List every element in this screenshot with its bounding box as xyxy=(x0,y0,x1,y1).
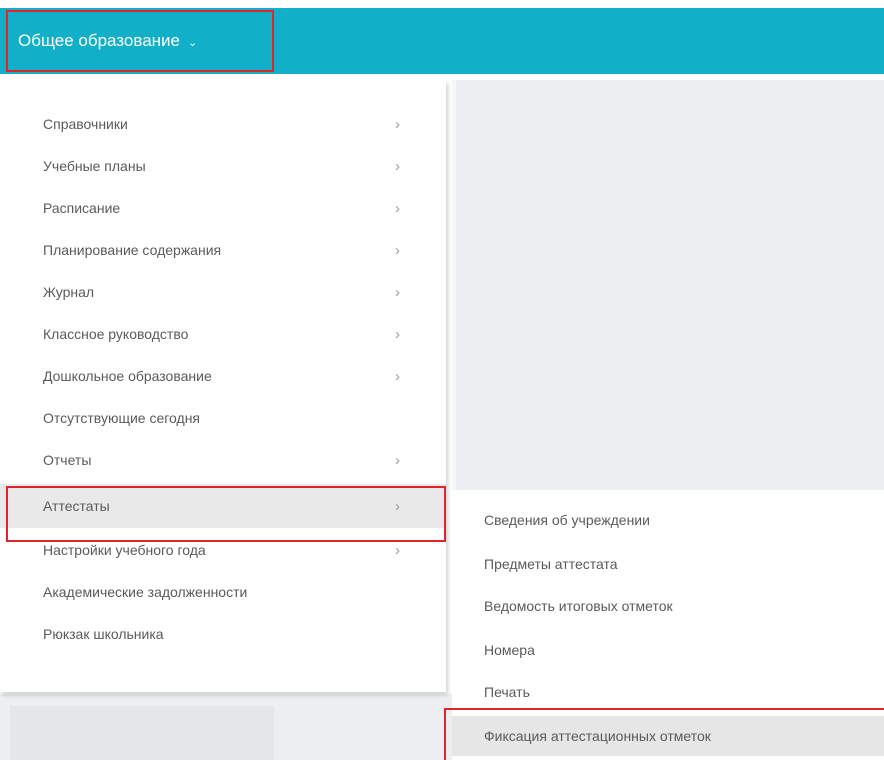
menu-item-schedule[interactable]: Расписание › xyxy=(0,188,446,228)
menu-item-label: Справочники xyxy=(43,116,128,132)
menu-item-preschool-education[interactable]: Дошкольное образование › xyxy=(0,356,446,396)
submenu-item-label: Ведомость итоговых отметок xyxy=(484,598,673,614)
submenu-item-label: Предметы аттестата xyxy=(484,556,618,572)
submenu-item-numbers[interactable]: Номера xyxy=(452,630,884,670)
menu-item-student-backpack[interactable]: Рюкзак школьника xyxy=(0,614,446,654)
menu-item-journal[interactable]: Журнал › xyxy=(0,272,446,312)
main-dropdown-menu: Справочники › Учебные планы › Расписание… xyxy=(0,80,446,692)
menu-item-absent-today[interactable]: Отсутствующие сегодня xyxy=(0,398,446,438)
chevron-right-icon: › xyxy=(395,241,400,259)
menu-item-label: Учебные планы xyxy=(43,158,146,174)
chevron-right-icon: › xyxy=(395,157,400,175)
submenu-item-institution-info[interactable]: Сведения об учреждении xyxy=(452,500,884,540)
page-background xyxy=(452,80,884,490)
menu-item-label: Расписание xyxy=(43,200,121,216)
chevron-right-icon: › xyxy=(395,367,400,385)
menu-item-label: Классное руководство xyxy=(43,326,189,342)
menu-item-label: Академические задолженности xyxy=(43,584,248,600)
menu-item-class-management[interactable]: Классное руководство › xyxy=(0,314,446,354)
page-background-edge xyxy=(452,80,456,490)
submenu-item-certificate-subjects[interactable]: Предметы аттестата xyxy=(452,544,884,584)
menu-item-content-planning[interactable]: Планирование содержания › xyxy=(0,230,446,270)
general-education-menu-label: Общее образование xyxy=(18,31,180,50)
menu-item-label: Отчеты xyxy=(43,452,92,468)
chevron-right-icon: › xyxy=(395,497,400,515)
submenu-item-label: Сведения об учреждении xyxy=(484,512,650,528)
page-background-panel xyxy=(10,706,274,760)
chevron-right-icon: › xyxy=(395,325,400,343)
menu-item-curricula[interactable]: Учебные планы › xyxy=(0,146,446,186)
menu-item-label: Настройки учебного года xyxy=(43,542,206,558)
submenu-item-print[interactable]: Печать xyxy=(452,672,884,712)
chevron-right-icon: › xyxy=(395,541,400,559)
menu-item-reference-books[interactable]: Справочники › xyxy=(0,104,446,144)
submenu-item-fix-certification-grades[interactable]: Фиксация аттестационных отметок xyxy=(452,716,884,756)
chevron-right-icon: › xyxy=(395,451,400,469)
chevron-right-icon: › xyxy=(395,199,400,217)
general-education-menu-button[interactable]: Общее образование ⌄ xyxy=(6,10,274,72)
menu-item-label: Журнал xyxy=(43,284,95,300)
menu-item-school-year-settings[interactable]: Настройки учебного года › xyxy=(0,530,446,570)
chevron-right-icon: › xyxy=(395,115,400,133)
menu-item-label: Аттестаты xyxy=(43,498,110,514)
menu-item-label: Дошкольное образование xyxy=(43,368,212,384)
submenu-item-final-grades-sheet[interactable]: Ведомость итоговых отметок xyxy=(452,586,884,626)
certificates-submenu: Сведения об учреждении Предметы аттестат… xyxy=(452,496,884,760)
submenu-item-label: Печать xyxy=(484,684,530,700)
submenu-item-label: Номера xyxy=(484,642,535,658)
menu-item-label: Планирование содержания xyxy=(43,242,222,258)
menu-item-academic-debts[interactable]: Академические задолженности xyxy=(0,572,446,612)
menu-item-label: Отсутствующие сегодня xyxy=(43,410,201,426)
chevron-right-icon: › xyxy=(395,283,400,301)
menu-item-reports[interactable]: Отчеты › xyxy=(0,440,446,480)
menu-item-label: Рюкзак школьника xyxy=(43,626,164,642)
submenu-item-label: Фиксация аттестационных отметок xyxy=(484,728,711,744)
menu-item-certificates[interactable]: Аттестаты › xyxy=(0,484,446,528)
chevron-down-icon: ⌄ xyxy=(188,36,198,49)
